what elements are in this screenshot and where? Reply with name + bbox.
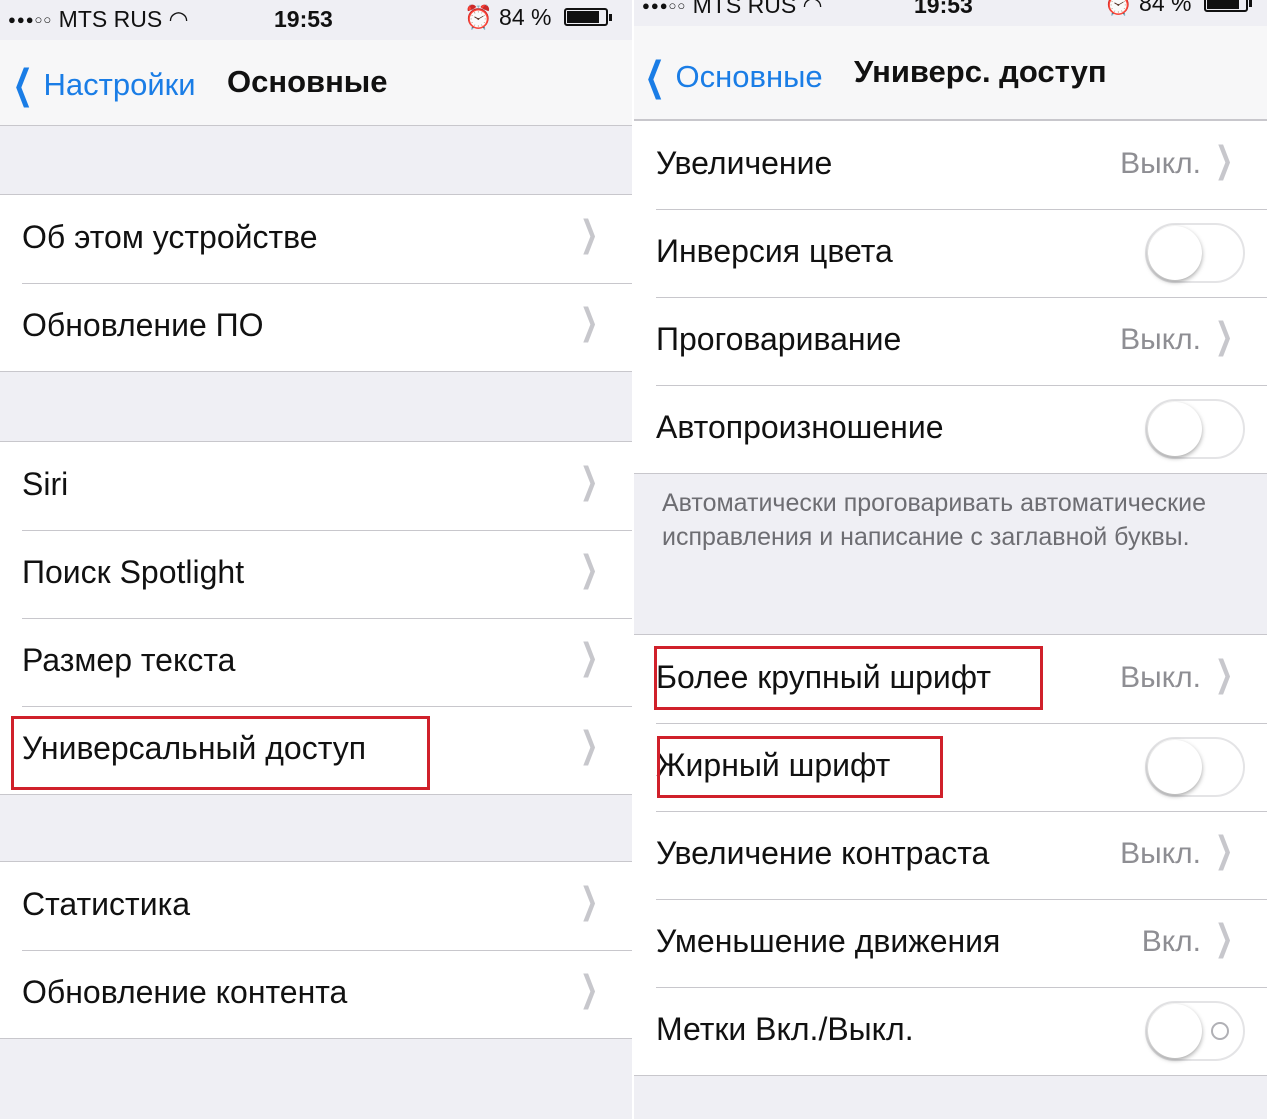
accessibility-group-1: Увеличение Выкл. ❯ Инверсия цвета Проговарив…: [634, 120, 1267, 474]
row-label: Более крупный шрифт: [656, 659, 992, 695]
row-value: Выкл.: [1120, 147, 1201, 180]
settings-row-обновление-по[interactable]: Обновление ПО ❯: [0, 283, 632, 371]
toggle-knob: [1148, 740, 1202, 794]
wifi-icon: ◠: [168, 6, 189, 32]
row-label: Универсальный доступ: [22, 730, 367, 766]
battery-icon: [563, 8, 612, 26]
off-label-circle-icon: [1211, 1022, 1229, 1040]
row-label: Обновление ПО: [22, 307, 264, 343]
settings-row-размер-текста[interactable]: Размер текста ❯: [0, 618, 632, 706]
chevron-right-icon: ❯: [579, 724, 598, 765]
row-label: Инверсия цвета: [656, 233, 893, 269]
accessibility-group-2: Более крупный шрифт Выкл. ❯ Жирный шрифт Уве…: [634, 634, 1267, 1076]
settings-row-увеличение-контраста[interactable]: Увеличение контраста Выкл. ❯: [634, 811, 1267, 899]
battery-percent: 84 %: [1139, 0, 1192, 16]
chevron-right-icon: ❯: [1214, 829, 1233, 870]
settings-row-проговаривание[interactable]: Проговаривание Выкл. ❯: [634, 297, 1267, 385]
settings-group-1: Об этом устройстве ❯ Обновление ПО ❯: [0, 194, 632, 372]
carrier: ●●●○○ MTS RUS ◠: [8, 6, 189, 32]
chevron-right-icon: ❯: [579, 968, 598, 1009]
row-label: Обновление контента: [22, 974, 348, 1010]
chevron-right-icon: ❯: [579, 880, 598, 921]
battery-fill: [1206, 0, 1239, 9]
status-time: 19:53: [274, 6, 333, 32]
footer-note: Автоматически проговаривать автоматическ…: [662, 489, 1206, 551]
back-button[interactable]: ❮ Основные: [638, 54, 823, 100]
settings-group-3: Статистика ❯ Обновление контента ❯: [0, 861, 632, 1039]
status-right: ⏰ 84 %: [464, 4, 612, 31]
chevron-right-icon: ❯: [579, 213, 598, 254]
battery-percent: 84 %: [499, 4, 552, 30]
chevron-left-icon: ❮: [644, 55, 665, 99]
general-settings-screen: ●●●○○ MTS RUS ◠ 19:53 ⏰ 84 % ❮ Настройки …: [0, 0, 632, 1119]
settings-row-более-крупный-шрифт[interactable]: Более крупный шрифт Выкл. ❯: [634, 635, 1267, 723]
settings-row-обновление-контента[interactable]: Обновление контента ❯: [0, 950, 632, 1038]
accessibility-screen: ●●●○○ MTS RUS ◠ 19:53 ⏰ 84 % ❮ Основные У…: [634, 0, 1267, 1119]
chevron-right-icon: ❯: [1214, 917, 1233, 958]
chevron-right-icon: ❯: [1214, 315, 1233, 356]
settings-row-универсальный-доступ[interactable]: Универсальный доступ ❯: [0, 706, 632, 794]
row-label: Поиск Spotlight: [22, 554, 245, 590]
alarm-icon: ⏰: [464, 4, 493, 30]
page-title: Основные: [227, 64, 388, 99]
settings-row-метки-вкл-выкл[interactable]: Метки Вкл./Выкл.: [634, 987, 1267, 1075]
row-label: Об этом устройстве: [22, 219, 318, 255]
toggle-knob: [1148, 226, 1202, 280]
settings-row-об-этом-устройстве[interactable]: Об этом устройстве ❯: [0, 195, 632, 283]
settings-group-2: Siri ❯ Поиск Spotlight ❯ Размер текста ❯ Униве…: [0, 441, 632, 795]
row-label: Статистика: [22, 886, 191, 922]
wifi-icon: ◠: [802, 0, 823, 18]
chevron-left-icon: ❮: [12, 63, 33, 107]
row-label: Размер текста: [22, 642, 236, 678]
carrier: ●●●○○ MTS RUS ◠: [642, 0, 823, 19]
row-label: Автопроизношение: [656, 409, 944, 445]
status-time: 19:53: [914, 0, 973, 18]
toggle-switch[interactable]: [1145, 223, 1245, 283]
signal-icon: ●●●○○: [8, 12, 53, 27]
settings-row-статистика[interactable]: Статистика ❯: [0, 862, 632, 950]
toggle-switch[interactable]: [1145, 1001, 1245, 1061]
row-label: Уменьшение движения: [656, 923, 1001, 959]
battery-icon: [1203, 0, 1252, 12]
settings-row-увеличение[interactable]: Увеличение Выкл. ❯: [634, 121, 1267, 209]
status-right: ⏰ 84 %: [1104, 0, 1252, 17]
settings-row-siri[interactable]: Siri ❯: [0, 442, 632, 530]
settings-row-поиск-spotlight[interactable]: Поиск Spotlight ❯: [0, 530, 632, 618]
chevron-right-icon: ❯: [579, 301, 598, 342]
settings-row-инверсия-цвета[interactable]: Инверсия цвета: [634, 209, 1267, 297]
battery-fill: [566, 11, 599, 23]
settings-row-автопроизношение[interactable]: Автопроизношение: [634, 385, 1267, 473]
row-label: Siri: [22, 466, 69, 502]
row-value: Выкл.: [1120, 323, 1201, 356]
chevron-right-icon: ❯: [1214, 139, 1233, 180]
row-value: Выкл.: [1120, 837, 1201, 870]
chevron-right-icon: ❯: [1214, 653, 1233, 694]
toggle-switch[interactable]: [1145, 399, 1245, 459]
status-bar: ●●●○○ MTS RUS ◠ 19:53 ⏰ 84 %: [0, 0, 632, 40]
alarm-icon: ⏰: [1104, 0, 1133, 16]
settings-row-уменьшение-движения[interactable]: Уменьшение движения Вкл. ❯: [634, 899, 1267, 987]
row-label: Метки Вкл./Выкл.: [656, 1011, 914, 1047]
nav-bar: ❮ Основные Универс. доступ: [634, 26, 1267, 120]
stage: ●●●○○ MTS RUS ◠ 19:53 ⏰ 84 % ❮ Настройки …: [0, 0, 1267, 1119]
back-button[interactable]: ❮ Настройки: [6, 62, 196, 108]
toggle-knob: [1148, 1004, 1202, 1058]
toggle-knob: [1148, 402, 1202, 456]
page-title: Универс. доступ: [854, 54, 1107, 89]
row-label: Проговаривание: [656, 321, 902, 357]
row-value: Выкл.: [1120, 661, 1201, 694]
row-label: Увеличение: [656, 145, 833, 181]
chevron-right-icon: ❯: [579, 636, 598, 677]
settings-row-жирный-шрифт[interactable]: Жирный шрифт: [634, 723, 1267, 811]
chevron-right-icon: ❯: [579, 548, 598, 589]
row-label: Увеличение контраста: [656, 835, 990, 871]
toggle-switch[interactable]: [1145, 737, 1245, 797]
chevron-right-icon: ❯: [579, 460, 598, 501]
row-label: Жирный шрифт: [656, 747, 891, 783]
status-bar: ●●●○○ MTS RUS ◠ 19:53 ⏰ 84 %: [634, 0, 1267, 26]
nav-bar: ❮ Настройки Основные: [0, 40, 632, 126]
row-value: Вкл.: [1141, 925, 1201, 958]
signal-icon: ●●●○○: [642, 0, 687, 13]
